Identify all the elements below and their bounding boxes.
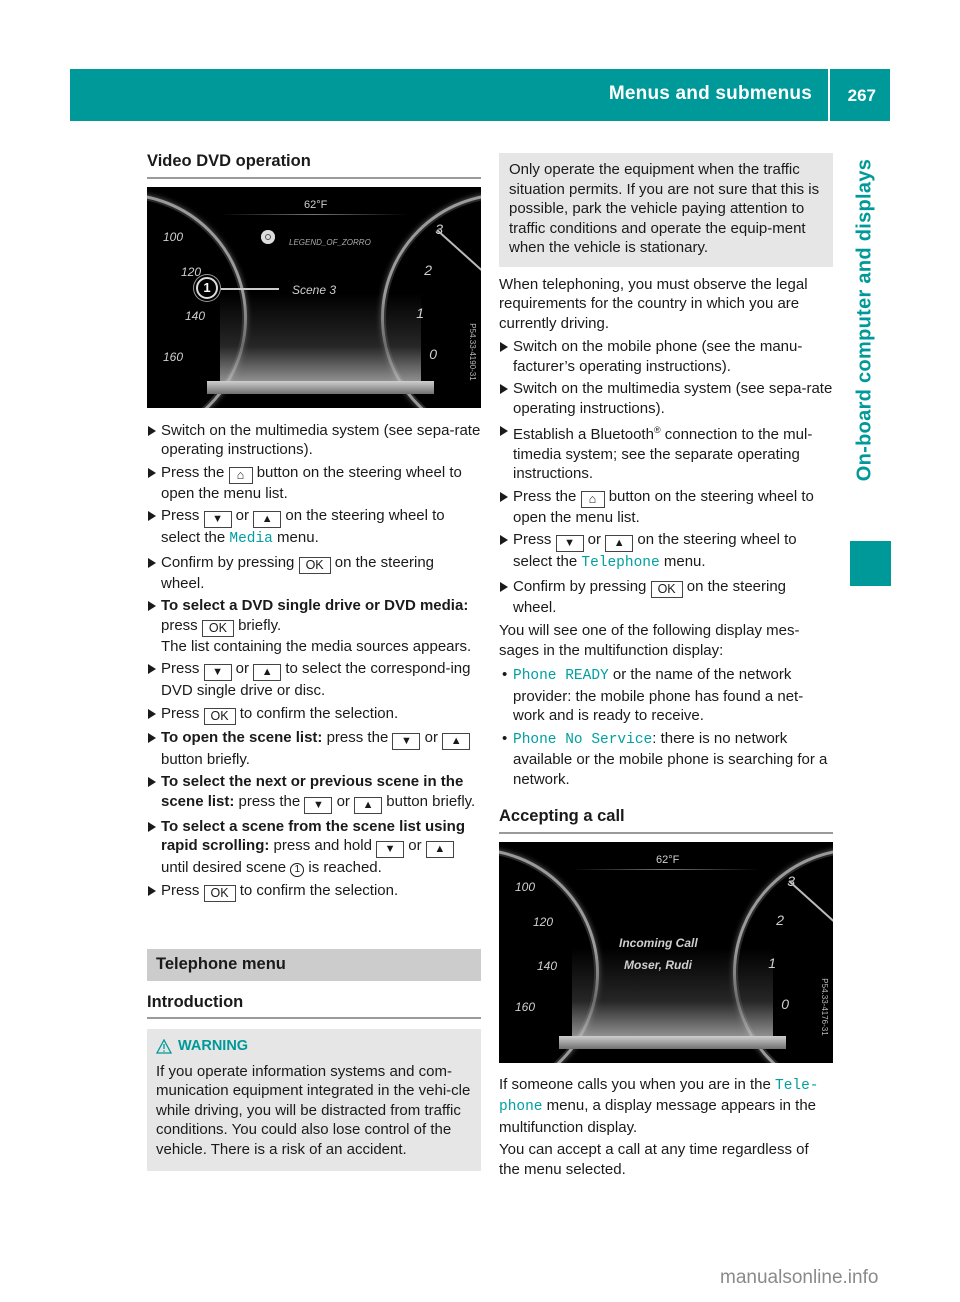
ok-key-icon: OK (201, 619, 234, 637)
list-item: Switch on the mobile phone (see the manu… (499, 337, 833, 376)
subheading-introduction: Introduction (147, 993, 481, 1019)
up-key-icon: ▲ (253, 664, 282, 681)
dvd-display-illustration: 62°F LEGEND_OF_ZORRO 100 120 140 160 3 2… (147, 186, 481, 408)
image-code: P54.33-4176-31 (819, 977, 829, 1036)
scene-label: Scene 3 (292, 282, 337, 297)
speed-tick: 100 (163, 229, 184, 244)
callout-number-icon: 1 (290, 863, 305, 877)
menu-name-telephone: Telephone (581, 555, 660, 571)
list-item: To select a scene from the scene list us… (147, 817, 481, 878)
page-number: 267 (847, 86, 876, 105)
list-item: Press the ⌂ button on the steering wheel… (499, 487, 833, 528)
down-key-icon: ▼ (203, 664, 232, 681)
accept-call-note: You can accept a call at any time regard… (499, 1141, 809, 1178)
dvd-steps-list: Switch on the multimedia system (see sep… (147, 421, 481, 902)
callout-1: 1 (196, 276, 218, 299)
list-item: Confirm by pressing OK on the steering w… (499, 577, 833, 618)
speed-tick: 160 (163, 349, 184, 364)
side-tab: On-board computer and displays (850, 142, 880, 497)
list-item: Establish a Bluetooth® connection to the… (499, 421, 833, 484)
rpm-tick: 0 (429, 345, 437, 362)
list-item: Press ▼ or ▲ to select the correspond-in… (147, 659, 481, 701)
incoming-call-label: Incoming Call (619, 935, 698, 950)
list-item: Press OK to confirm the selection. (147, 704, 481, 725)
list-item: Switch on the multimedia system (see sep… (147, 421, 481, 460)
temperature-readout: 62°F (304, 198, 328, 211)
watermark: manualsonline.info (720, 1267, 879, 1288)
down-key-icon: ▼ (304, 796, 333, 814)
ok-key-icon: OK (203, 884, 236, 902)
display-messages-list: Phone READY or the name of the network p… (499, 665, 833, 789)
telephone-menu-section: Telephone menu Introduction WARNING If y… (147, 949, 481, 1171)
warning-triangle-icon (156, 1039, 172, 1054)
rpm-tick: 2 (776, 911, 784, 928)
ok-key-icon: OK (203, 707, 236, 725)
section-heading-video-dvd: Video DVD operation (147, 152, 481, 179)
display-message-code: Phone No Service (513, 731, 653, 748)
rpm-tick: 0 (781, 995, 789, 1012)
telephone-steps-list: Switch on the mobile phone (see the manu… (499, 337, 833, 617)
header-divider (828, 69, 830, 121)
legal-note: When telephoning, you must observe the l… (499, 275, 808, 332)
image-code: P54.33-4190-31 (467, 322, 477, 381)
caller-name: Moser, Rudi (624, 957, 693, 972)
list-item: Confirm by pressing OK on the steering w… (147, 553, 481, 594)
page-header: Menus and submenus 267 (70, 69, 890, 121)
side-tab-marker (850, 541, 891, 586)
home-key-icon: ⌂ (580, 490, 605, 508)
down-key-icon: ▼ (392, 732, 421, 750)
temperature-readout: 62°F (656, 853, 680, 866)
video-dvd-section: Video DVD operation 62°F LEGEND_OF_ZORRO… (147, 152, 481, 905)
down-key-icon: ▼ (203, 511, 232, 528)
up-key-icon: ▲ (425, 841, 454, 858)
list-item: Press the ⌂ button on the steering wheel… (147, 463, 481, 504)
list-item: Switch on the multimedia system (see sep… (499, 379, 833, 418)
rpm-tick: 1 (768, 954, 776, 971)
list-item: Phone READY or the name of the network p… (499, 665, 833, 726)
menu-name-media: Media (229, 531, 273, 547)
up-key-icon: ▲ (354, 796, 383, 814)
up-key-icon: ▲ (253, 511, 282, 528)
rpm-tick: 1 (416, 304, 424, 321)
up-key-icon: ▲ (605, 535, 634, 552)
speed-tick: 120 (533, 914, 554, 929)
home-key-icon: ⌂ (228, 466, 253, 484)
speed-tick: 140 (537, 958, 558, 973)
ok-key-icon: OK (650, 580, 683, 598)
incoming-call-illustration: 62°F 100 120 140 160 3 2 1 0 Incoming Ca… (499, 841, 833, 1063)
rpm-tick: 2 (424, 261, 432, 278)
track-title: LEGEND_OF_ZORRO (289, 237, 371, 247)
list-item: Press ▼ or ▲ on the steering wheel to se… (147, 506, 481, 550)
down-key-icon: ▼ (555, 535, 584, 552)
warning-continued-box: Only operate the equipment when the traf… (499, 153, 833, 267)
ok-key-icon: OK (298, 556, 331, 574)
list-item: To select a DVD single drive or DVD medi… (147, 596, 481, 656)
down-key-icon: ▼ (376, 841, 405, 858)
list-item: To select the next or previous scene in … (147, 772, 481, 814)
callout-line (221, 287, 279, 290)
disc-icon (261, 229, 275, 244)
list-item: Press ▼ or ▲ on the steering wheel to se… (499, 530, 833, 574)
section-heading-accepting-call: Accepting a call (499, 807, 833, 834)
speed-tick: 160 (515, 999, 536, 1014)
warning-text: If you operate information systems and c… (156, 1062, 471, 1158)
chapter-title: Menus and submenus (608, 83, 812, 104)
display-message-code: Phone READY (513, 668, 609, 684)
speed-tick: 120 (181, 264, 202, 279)
accept-call-paragraph: If someone calls you when you are in the… (499, 1075, 819, 1136)
list-item: To open the scene list: press the ▼ or ▲… (147, 728, 481, 770)
display-intro: You will see one of the following displa… (499, 622, 800, 659)
warning-title: WARNING (178, 1038, 249, 1054)
side-tab-label: On-board computer and displays (853, 158, 876, 481)
list-item: Press OK to confirm the selection. (147, 881, 481, 902)
list-item: Phone No Service: there is no network av… (499, 729, 833, 790)
speed-tick: 100 (515, 879, 536, 894)
speed-tick: 140 (185, 308, 206, 323)
section-heading-telephone-menu: Telephone menu (147, 949, 481, 981)
up-key-icon: ▲ (442, 732, 471, 750)
warning-box: WARNING If you operate information syste… (147, 1029, 481, 1171)
